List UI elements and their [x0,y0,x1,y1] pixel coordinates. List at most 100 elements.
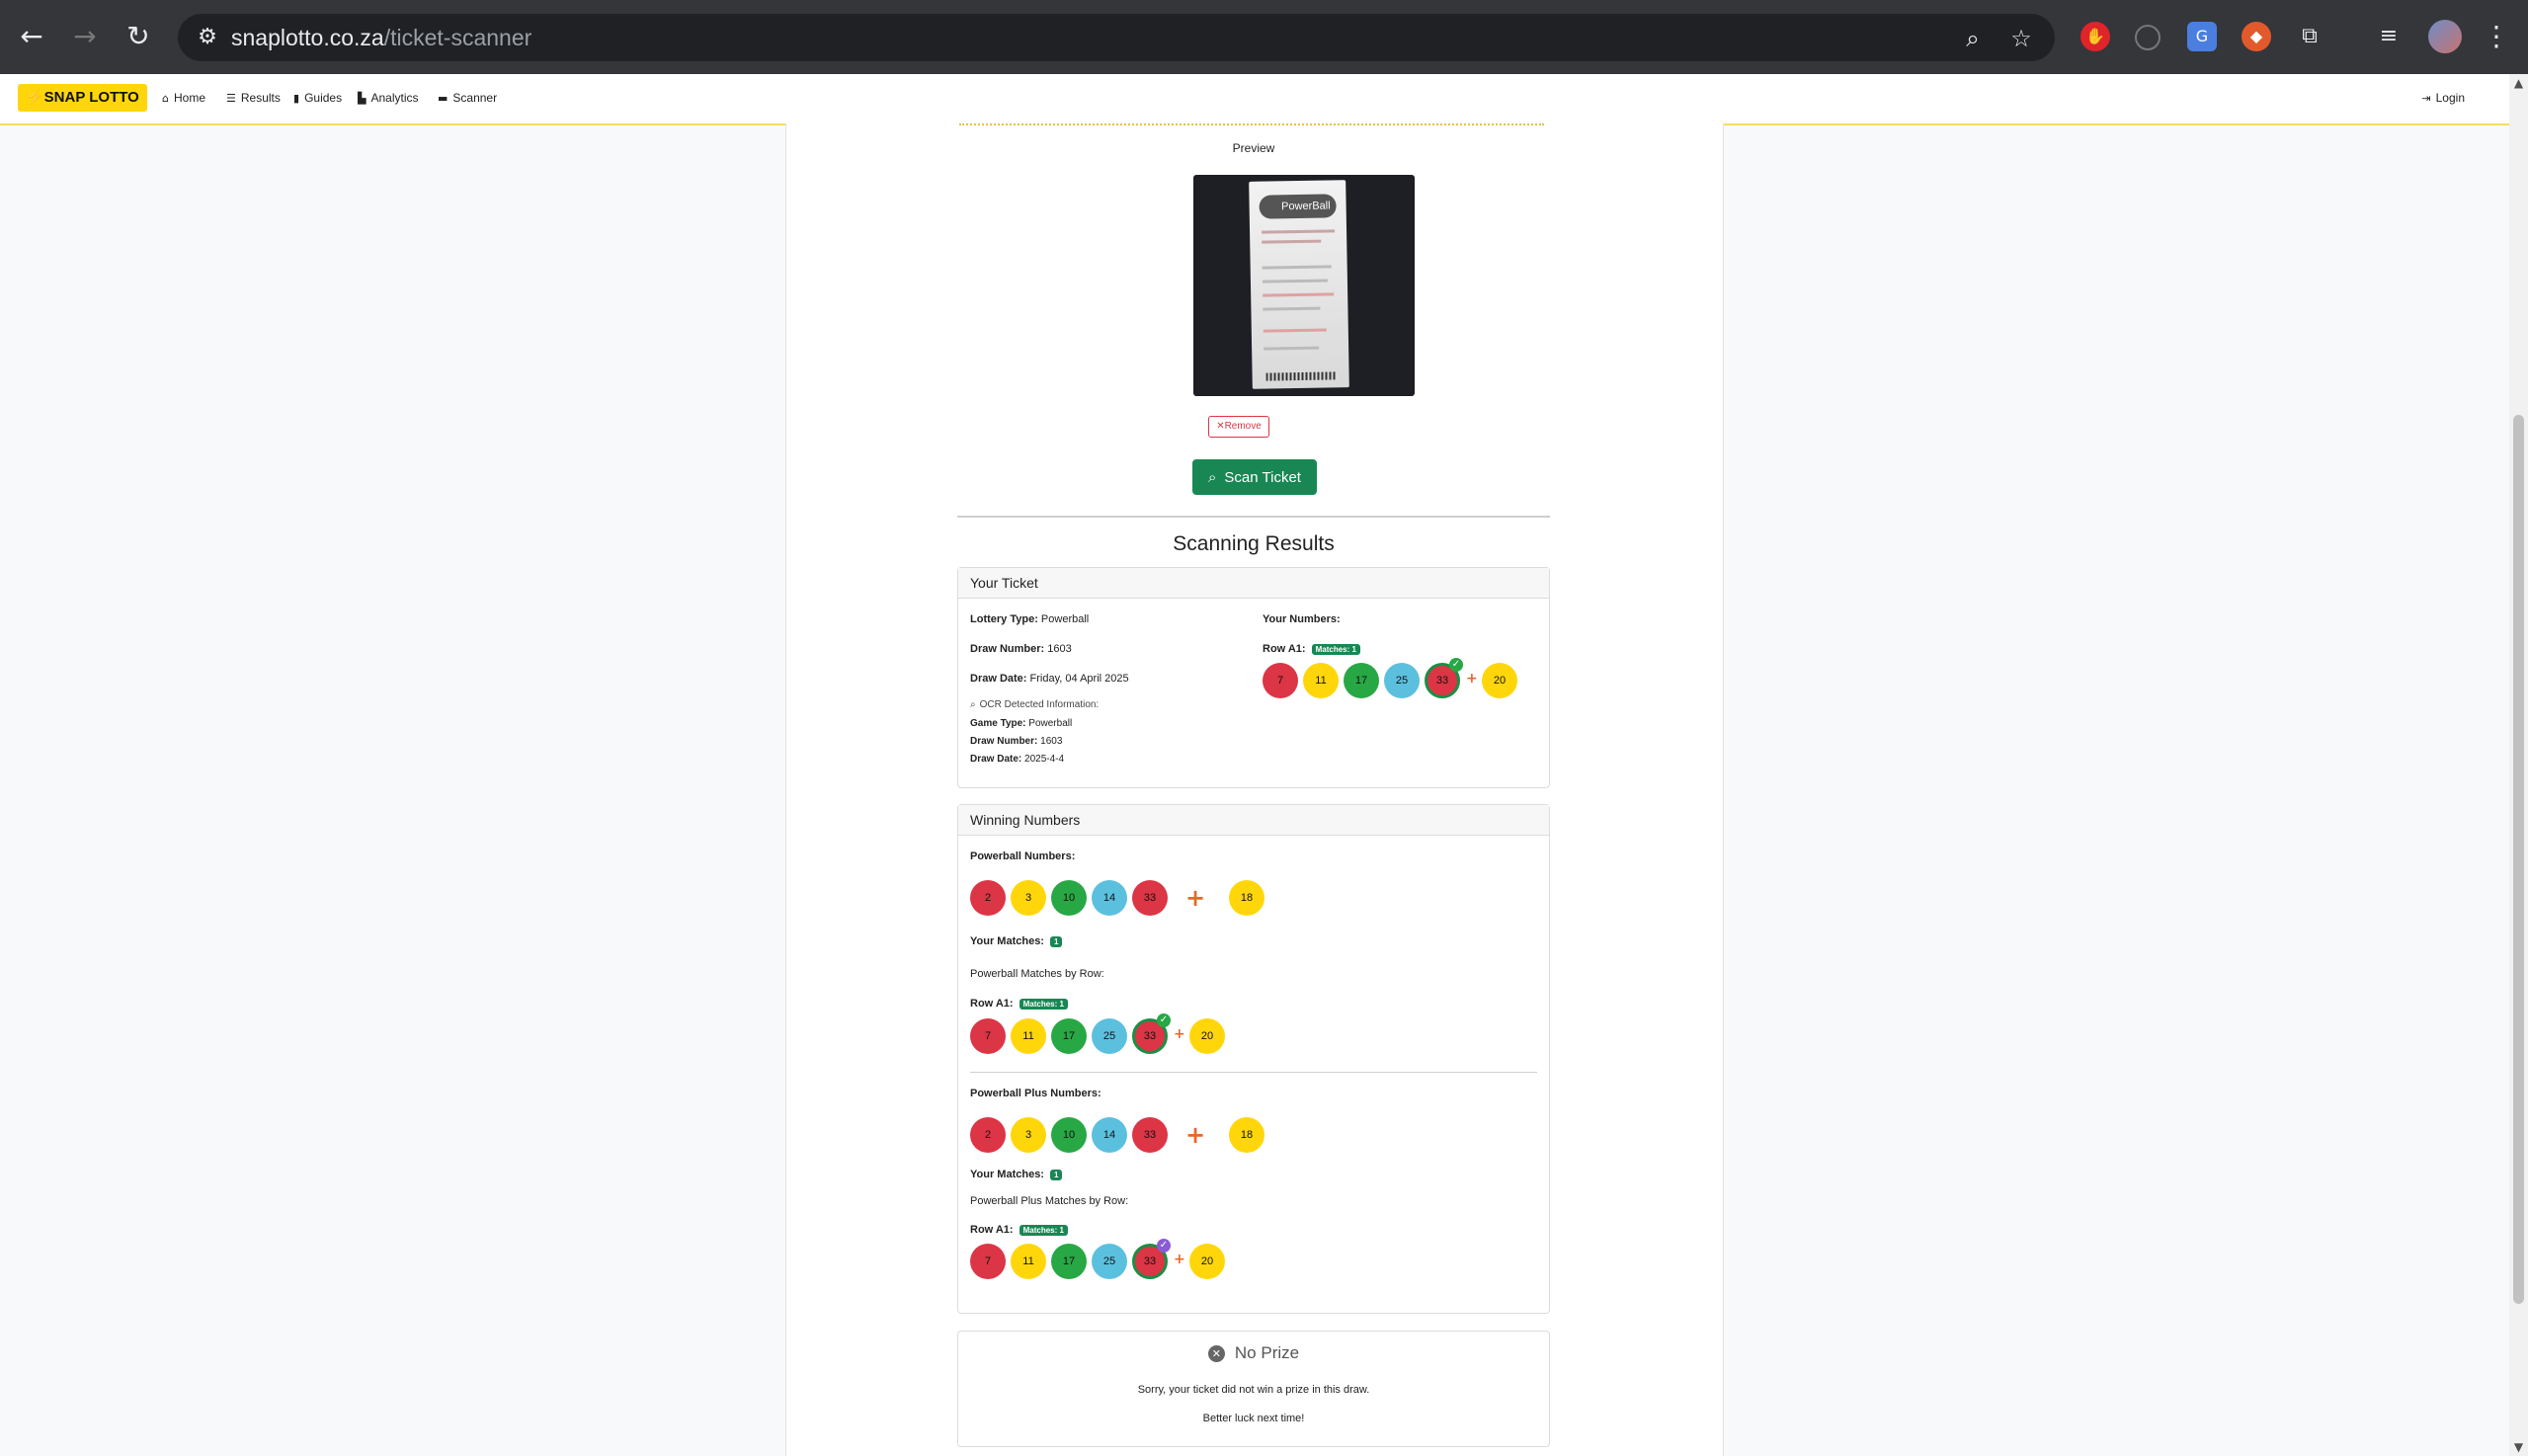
row-ball: 7 [970,1018,1006,1054]
winning-ball: 33 [1132,1117,1168,1153]
row-ball: 11 [1011,1018,1046,1054]
fox-extension-icon[interactable]: ◆ [2242,22,2271,51]
list-icon: ☰ [226,92,236,105]
chart-icon: ▙ [358,92,367,105]
remove-button[interactable]: ✕Remove [1208,416,1269,438]
brand-logo[interactable]: ⚡SNAP LOTTO [18,84,147,112]
row-ball: 17 [1051,1244,1087,1279]
powerball-your-matches: Your Matches: 1 [970,935,1063,947]
matches-badge: Matches: 1 [1019,1224,1068,1236]
matches-count-badge: 1 [1049,935,1063,947]
check-icon: ✓ [1449,658,1463,672]
profile-avatar[interactable] [2428,20,2462,53]
number-ball: 25 [1384,663,1420,698]
check-icon: ✓ [1157,1239,1171,1253]
plus-icon: + [1185,1121,1206,1149]
powerball-plus-numbers-label: Powerball Plus Numbers: [970,1088,1101,1099]
home-icon: ⌂ [162,92,169,105]
row-bonus-ball: 20 [1189,1244,1225,1279]
winning-ball: 33 [1132,880,1168,916]
row-ball: 17 [1051,1018,1087,1054]
row-ball: 25 [1092,1244,1127,1279]
extension-circle-icon[interactable] [2135,25,2161,50]
extensions-puzzle-icon[interactable]: ⧉ [2295,22,2324,51]
scan-ticket-button[interactable]: ⌕ Scan Ticket [1192,459,1317,495]
matches-badge: Matches: 1 [1311,643,1360,655]
back-icon[interactable]: ← [14,19,49,54]
winning-ball: 10 [1051,1117,1087,1153]
book-icon: ▮ [293,92,300,105]
search-icon: ⌕ [970,699,976,710]
matches-badge: Matches: 1 [1019,998,1068,1010]
ticket-preview-image: PowerBall [1193,175,1415,396]
scanner-icon: ▬ [438,92,449,105]
check-icon: ✓ [1157,1013,1171,1027]
page-viewport: ⚡SNAP LOTTO ⌂ Home ☰ Results ▮ Guides ▙ Anal… [0,74,2509,1456]
bonus-ball: 20 [1482,663,1517,698]
nav-link-guides[interactable]: ▮ Guides [293,91,342,105]
scroll-down-icon[interactable]: ▼ [2512,1440,2525,1454]
login-icon: ⇥ [2421,92,2431,105]
adblock-extension-icon[interactable]: ✋ [2080,22,2110,51]
lottery-type: Lottery Type: Powerball [970,613,1090,625]
search-icon: ⌕ [1208,468,1217,486]
nav-link-results[interactable]: ☰ Results [226,91,281,105]
matches-count-badge: 1 [1049,1169,1063,1180]
nav-link-analytics[interactable]: ▙ Analytics [358,91,419,105]
your-ticket-card: Your Ticket Lottery Type: Powerball Draw… [957,567,1550,788]
ocr-draw-number: Draw Number: 1603 [970,736,1063,747]
nav-link-scanner[interactable]: ▬ Scanner [438,91,497,105]
address-bar[interactable]: ⚙ snaplotto.co.za/ticket-scanner ⌕ ☆ [178,14,2055,61]
number-ball: 17 [1344,663,1379,698]
winning-ball: 3 [1011,880,1046,916]
page-scrollbar[interactable]: ▲ ▼ [2509,74,2528,1456]
media-queue-icon[interactable]: ≡ [2374,22,2404,51]
draw-date: Draw Date: Friday, 04 April 2025 [970,673,1129,685]
results-divider [957,516,1550,518]
results-title: Scanning Results [1173,532,1335,555]
plus-matches-by-row-label: Powerball Plus Matches by Row: [970,1195,1129,1207]
winning-ball: 14 [1092,1117,1127,1153]
ticket-row-label: Row A1: Matches: 1 [1263,643,1360,655]
browser-menu-icon[interactable]: ⋮ [2482,19,2511,54]
section-divider [970,1072,1537,1073]
plus-icon: + [1174,1252,1185,1267]
winning-ball: 2 [970,1117,1006,1153]
translate-extension-icon[interactable]: G [2187,22,2217,51]
no-prize-title: ✕ No Prize [958,1343,1549,1363]
content-container: Preview PowerBall ✕Remove ⌕Scan Ticket [785,123,1724,1456]
your-numbers-label: Your Numbers: [1263,613,1341,625]
winning-ball: 14 [1092,880,1127,916]
plus-bonus-ball: 18 [1229,1117,1264,1153]
reload-icon[interactable]: ↻ [121,19,156,54]
plus-icon: + [1174,1026,1185,1042]
zoom-icon[interactable]: ⌕ [1958,24,1988,53]
plus-icon: + [1185,884,1206,912]
scroll-up-icon[interactable]: ▲ [2512,76,2525,90]
nav-link-home[interactable]: ⌂ Home [162,91,205,105]
login-link[interactable]: ⇥ Login [2421,91,2465,105]
row-ball: 25 [1092,1018,1127,1054]
ocr-draw-date: Draw Date: 2025-4-4 [970,754,1065,765]
powerball-bonus-ball: 18 [1229,880,1264,916]
winning-numbers-card: Winning Numbers Powerball Numbers: 2 3 1… [957,804,1550,1314]
prize-result-card: ✕ No Prize Sorry, your ticket did not win… [957,1331,1550,1447]
winning-row-label: Row A1: Matches: 1 [970,998,1068,1010]
preview-label: Preview [1232,141,1275,155]
ocr-game-type: Game Type: Powerball [970,718,1073,729]
scroll-thumb[interactable] [2513,415,2524,1304]
your-ticket-header: Your Ticket [958,568,1549,599]
powerball-numbers-label: Powerball Numbers: [970,850,1076,862]
winning-ball: 3 [1011,1117,1046,1153]
receipt-logo: PowerBall [1259,194,1337,219]
no-prize-message: Sorry, your ticket did not win a prize i… [1137,1384,1370,1396]
row-bonus-ball: 20 [1189,1018,1225,1054]
site-settings-icon[interactable]: ⚙ [194,24,221,51]
bookmark-star-icon[interactable]: ☆ [2006,24,2036,53]
number-ball: 11 [1303,663,1339,698]
powerball-matches-by-row-label: Powerball Matches by Row: [970,968,1104,980]
plus-row-label: Row A1: Matches: 1 [970,1224,1068,1236]
plus-icon: + [1466,671,1478,687]
forward-icon[interactable]: → [67,19,103,54]
url-text[interactable]: snaplotto.co.za/ticket-scanner [231,25,531,51]
